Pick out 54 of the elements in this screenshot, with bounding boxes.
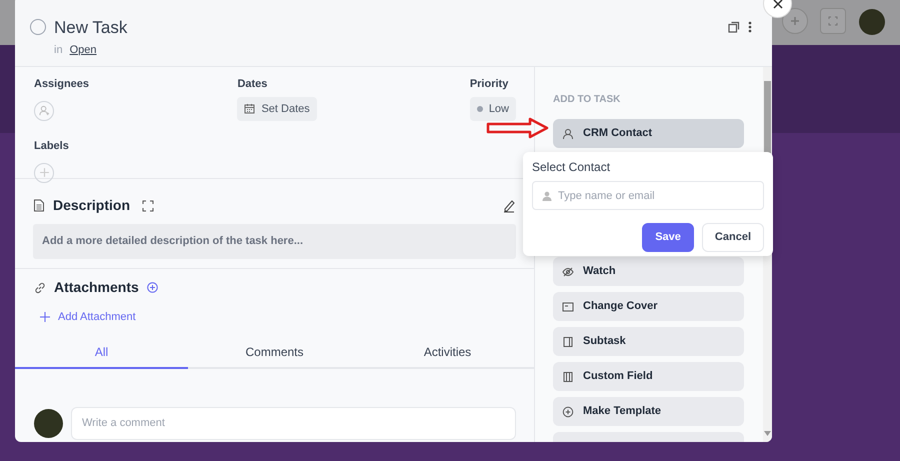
tab[interactable]: All bbox=[15, 336, 188, 370]
list-link[interactable]: Open bbox=[70, 44, 97, 56]
save-button[interactable]: Save bbox=[642, 223, 694, 252]
pencil-icon[interactable] bbox=[502, 198, 516, 212]
plus-icon bbox=[40, 312, 50, 322]
link-icon bbox=[34, 282, 46, 294]
action-button[interactable]: Change Cover bbox=[553, 292, 744, 321]
image-frame-icon bbox=[562, 300, 574, 312]
contact-search-field[interactable]: Type name or email bbox=[532, 181, 764, 210]
action-button[interactable]: Watch bbox=[553, 257, 744, 286]
annotation-arrow bbox=[486, 117, 550, 139]
set-dates-button[interactable]: Set Dates bbox=[237, 96, 317, 121]
list-path: in Open bbox=[54, 43, 98, 58]
action-button[interactable]: Custom Field bbox=[553, 362, 744, 391]
priority-dot-icon bbox=[476, 106, 483, 112]
section-title: Description bbox=[53, 196, 130, 215]
avatar-photo bbox=[34, 409, 63, 438]
person-icon bbox=[562, 128, 574, 140]
field-label: Priority bbox=[470, 77, 510, 92]
expand-icon[interactable] bbox=[142, 200, 154, 212]
task-title: New Task bbox=[54, 18, 128, 38]
tab[interactable]: Activities bbox=[361, 336, 534, 370]
tab[interactable]: Comments bbox=[188, 336, 361, 370]
popover-title: Select Contact bbox=[532, 160, 612, 174]
field-label: Assignees bbox=[34, 77, 90, 92]
action-button[interactable]: Make Template bbox=[553, 397, 744, 426]
person-icon bbox=[542, 191, 552, 202]
panel-icon bbox=[562, 336, 574, 348]
action-button[interactable]: Subtask bbox=[553, 327, 744, 356]
priority-button[interactable]: Low bbox=[470, 96, 516, 121]
action-button[interactable]: CRM Contact bbox=[553, 119, 744, 148]
cancel-button[interactable]: Cancel bbox=[702, 223, 764, 252]
eye-slash-icon bbox=[562, 266, 574, 278]
section-heading: ADD TO TASK bbox=[553, 93, 622, 107]
complete-checkbox[interactable] bbox=[30, 19, 46, 35]
more-icon[interactable] bbox=[748, 21, 752, 33]
scroll-down-icon[interactable] bbox=[764, 431, 771, 436]
section-title: Attachments bbox=[54, 278, 139, 297]
person-add-icon bbox=[38, 105, 50, 116]
description-prompt[interactable]: Add a more detailed description of the task here... bbox=[33, 224, 516, 258]
close-icon bbox=[772, 0, 782, 8]
expand-icon bbox=[828, 16, 838, 26]
document-icon bbox=[33, 199, 45, 212]
add-attachment-link[interactable]: Add Attachment bbox=[40, 309, 136, 326]
columns-icon bbox=[562, 370, 574, 382]
field-label: Labels bbox=[34, 139, 70, 154]
copy-icon[interactable] bbox=[728, 21, 740, 33]
field-label: Dates bbox=[237, 77, 268, 92]
add-circle-icon bbox=[562, 406, 574, 418]
comment-input[interactable]: Write a comment bbox=[71, 407, 516, 440]
add-circle-icon[interactable] bbox=[146, 282, 158, 293]
plus-icon bbox=[790, 16, 800, 26]
calendar-icon bbox=[244, 103, 256, 114]
plus-icon bbox=[38, 167, 50, 178]
